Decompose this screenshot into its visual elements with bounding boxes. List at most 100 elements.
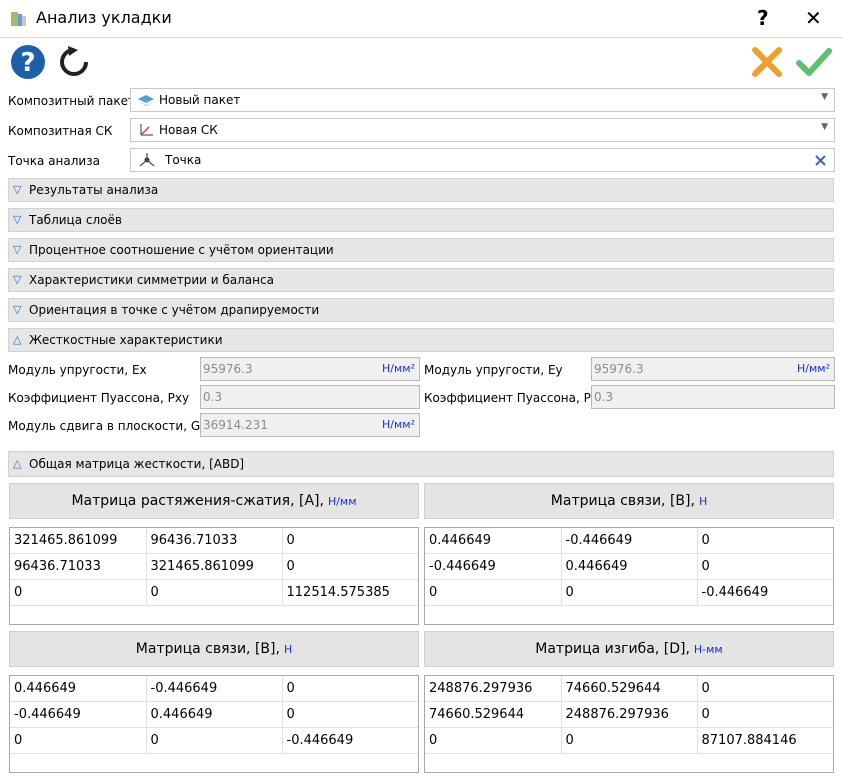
gxy-value: 36914.231 (203, 418, 268, 432)
matrix-cell: -0.446649 (425, 553, 562, 580)
table-row: 321465.861099 96436.71033 0 (10, 528, 418, 554)
table-row: 0 0 -0.446649 (10, 727, 418, 754)
table-row: -0.446649 0.446649 0 (425, 553, 833, 580)
package-icon (138, 95, 154, 106)
section-label: Ориентация в точке с учётом драпируемост… (29, 303, 320, 317)
matrix-cell: 74660.529644 (425, 701, 562, 728)
matrix-a-table: 321465.861099 96436.71033 0 96436.71033 321… (9, 527, 419, 625)
matrix-b-lower-title: Матрица связи, [B], (135, 641, 280, 657)
table-row: 0.446649 -0.446649 0 (425, 528, 833, 554)
svg-text:?: ? (20, 48, 35, 78)
matrix-b-lower-header: Матрица связи, [B], Н (9, 631, 419, 667)
matrix-cell: 0 (146, 727, 283, 754)
ey-label: Модуль упругости, Ey (424, 363, 563, 377)
matrix-cell: 321465.861099 (146, 553, 283, 580)
ex-value: 95976.3 (203, 362, 253, 376)
pxy-label: Коэффициент Пуассона, Pxy (8, 391, 190, 405)
expand-triangle-icon: ▽ (13, 303, 22, 316)
point-value: Точка (165, 153, 202, 167)
ey-value: 95976.3 (594, 362, 644, 376)
section-label: Процентное соотношение с учётом ориентац… (29, 243, 334, 257)
matrix-d-title: Матрица изгиба, [D], (535, 641, 690, 657)
refresh-icon[interactable] (57, 45, 91, 79)
chevron-down-icon: ▼ (821, 92, 828, 102)
matrix-d-header: Матрица изгиба, [D], Н-мм (424, 631, 834, 667)
matrix-cell: 96436.71033 (146, 528, 283, 554)
gxy-field: 36914.231 Н/мм² (200, 413, 420, 437)
cancel-x-icon[interactable] (751, 46, 783, 78)
chevron-down-icon: ▼ (821, 122, 828, 132)
expand-triangle-icon: ▽ (13, 243, 22, 256)
ey-field: 95976.3 Н/мм² (591, 357, 835, 381)
matrix-cell: 0 (561, 579, 698, 606)
cs-combo[interactable]: Новая СК ▼ (130, 118, 835, 142)
cs-value: Новая СК (159, 123, 218, 137)
matrix-cell: 0 (282, 553, 418, 580)
matrix-cell: 112514.575385 (282, 579, 418, 606)
expand-triangle-icon: ▽ (13, 273, 22, 286)
section-stiffness[interactable]: △ Жесткостные характеристики (8, 328, 834, 352)
matrix-b-lower-table: 0.446649 -0.446649 0 -0.446649 0.446649 0 00… (9, 675, 419, 773)
matrix-cell: 0.446649 (425, 528, 562, 554)
section-drape-orientation[interactable]: ▽ Ориентация в точке с учётом драпируемо… (8, 298, 834, 322)
section-label: Результаты анализа (29, 183, 159, 197)
cs-label: Композитная СК (8, 124, 113, 138)
help-button[interactable]: ? (757, 6, 769, 30)
section-analysis-results[interactable]: ▽ Результаты анализа (8, 178, 834, 202)
pyx-field: 0.3 (591, 385, 835, 409)
matrix-b-header: Матрица связи, [B], Н (424, 483, 834, 519)
package-combo[interactable]: Новый пакет ▼ (130, 88, 835, 112)
matrix-b-table: 0.446649 -0.446649 0 -0.446649 0.446649 0 00… (424, 527, 834, 625)
collapse-triangle-icon: △ (13, 333, 22, 346)
table-row: 248876.297936 74660.529644 0 (425, 676, 833, 702)
matrix-cell: 0 (10, 727, 147, 754)
section-abd-matrix[interactable]: △ Общая матрица жесткости, [ABD] (8, 451, 834, 477)
point-field[interactable]: Точка (130, 148, 835, 172)
ey-unit: Н/мм² (797, 362, 830, 375)
pyx-value: 0.3 (594, 390, 614, 404)
matrix-cell: 0.446649 (146, 701, 283, 728)
pyx-label: Коэффициент Пуассона, Pyx (424, 391, 606, 405)
matrix-cell: 0 (425, 579, 562, 606)
coordinate-system-icon (140, 124, 153, 136)
matrix-cell: 0 (282, 528, 418, 554)
matrix-cell: 0.446649 (10, 676, 147, 702)
matrix-cell: 96436.71033 (10, 553, 147, 580)
section-orientation-percent[interactable]: ▽ Процентное соотношение с учётом ориент… (8, 238, 834, 262)
point-icon (139, 153, 155, 167)
gxy-unit: Н/мм² (382, 418, 415, 431)
gxy-label: Модуль сдвига в плоскости, Gxy (8, 419, 215, 433)
ex-unit: Н/мм² (382, 362, 415, 375)
help-circle-icon[interactable]: ? (10, 44, 46, 80)
matrix-cell: 0 (697, 553, 833, 580)
table-row: 96436.71033 321465.861099 0 (10, 553, 418, 580)
section-symmetry-balance[interactable]: ▽ Характеристики симметрии и баланса (8, 268, 834, 292)
matrix-cell: 87107.884146 (697, 727, 833, 754)
section-layer-table[interactable]: ▽ Таблица слоёв (8, 208, 834, 232)
expand-triangle-icon: ▽ (13, 213, 22, 226)
matrix-b-lower-unit: Н (283, 643, 293, 656)
matrix-cell: -0.446649 (282, 727, 418, 754)
table-row: -0.446649 0.446649 0 (10, 701, 418, 728)
title-bar: Анализ укладки ? ✕ (0, 0, 843, 38)
window-title: Анализ укладки (36, 8, 172, 27)
package-value: Новый пакет (159, 93, 241, 107)
matrix-a-title: Матрица растяжения-сжатия, [A], (71, 493, 324, 509)
section-label: Таблица слоёв (29, 213, 122, 227)
section-label: Характеристики симметрии и баланса (29, 273, 274, 287)
close-button[interactable]: ✕ (805, 6, 822, 30)
table-row: 0.446649 -0.446649 0 (10, 676, 418, 702)
matrix-cell: -0.446649 (697, 579, 833, 606)
matrix-cell: 74660.529644 (561, 676, 698, 702)
matrix-cell: 0 (697, 528, 833, 554)
matrix-b-title: Матрица связи, [B], (550, 493, 695, 509)
ok-check-icon[interactable] (795, 46, 833, 78)
section-label: Общая матрица жесткости, [ABD] (29, 457, 245, 471)
matrix-a-unit: Н/мм (327, 495, 357, 508)
layup-app-icon (11, 12, 26, 26)
ex-label: Модуль упругости, Ex (8, 363, 147, 377)
clear-selection-icon[interactable] (815, 155, 826, 166)
matrix-cell: 0 (282, 701, 418, 728)
matrix-cell: 0 (697, 701, 833, 728)
matrix-cell: 0 (561, 727, 698, 754)
